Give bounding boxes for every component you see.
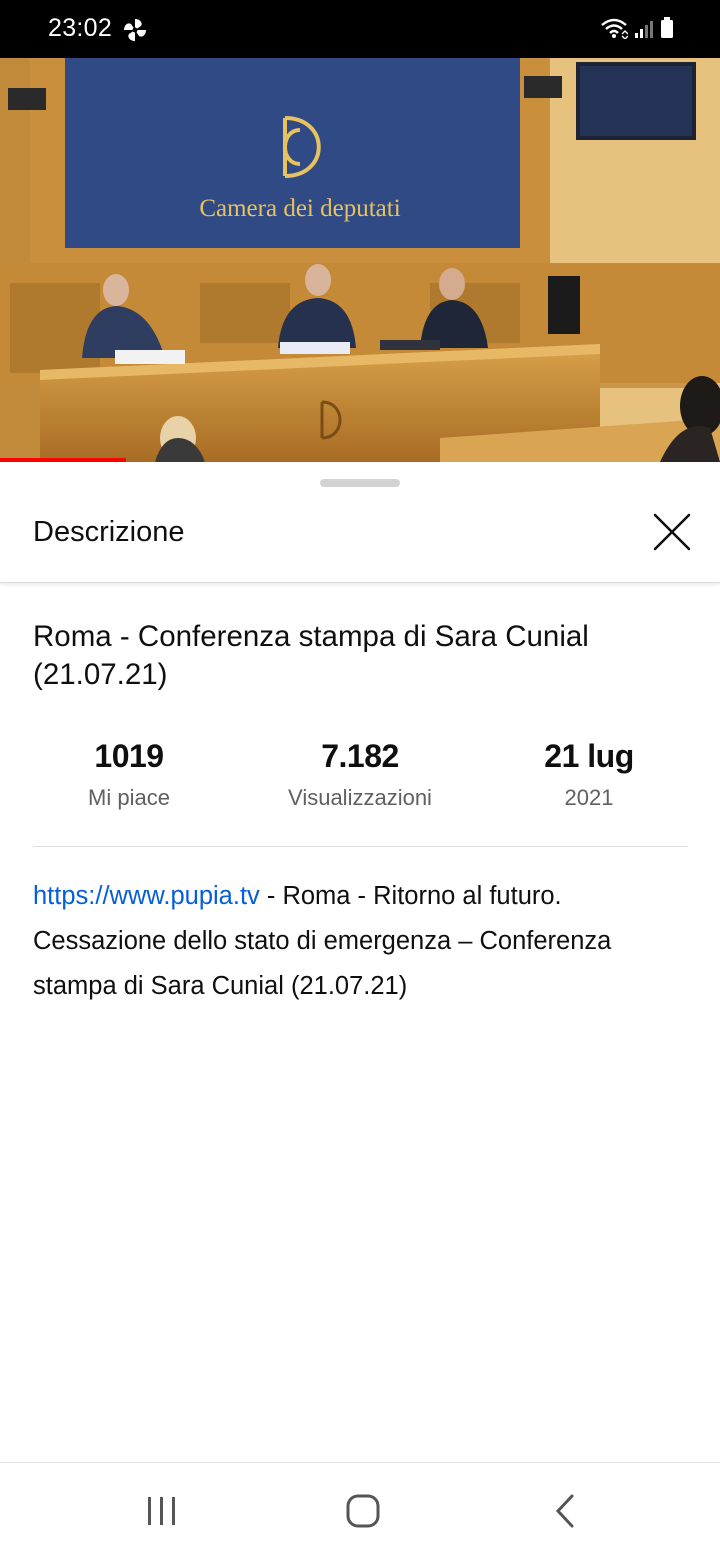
video-stats: 1019 Mi piace 7.182 Visualizzazioni 21 l… [33, 738, 688, 848]
divider [33, 846, 688, 847]
status-time: 23:02 [48, 14, 113, 42]
date-year: 2021 [564, 785, 614, 810]
date-stat: 21 lug 2021 [479, 738, 699, 811]
pinwheel-icon [122, 17, 148, 43]
video-description: https://www.pupia.tv - Roma - Ritorno al… [33, 874, 683, 1009]
sheet-header: Descrizione [0, 502, 720, 583]
video-title: Roma - Conferenza stampa di Sara Cunial … [33, 620, 589, 691]
views-stat: 7.182 Visualizzazioni [250, 738, 470, 811]
sheet-title: Descrizione [33, 516, 185, 548]
views-count: 7.182 [321, 738, 399, 774]
recents-icon [145, 1495, 179, 1532]
status-icons [600, 17, 674, 44]
description-link[interactable]: https://www.pupia.tv [33, 882, 260, 910]
close-button[interactable] [648, 510, 696, 558]
video-frame: Camera dei deputati [0, 58, 720, 462]
drag-handle[interactable] [320, 479, 400, 487]
signal-icon [634, 19, 654, 44]
likes-count: 1019 [94, 738, 164, 774]
recents-button[interactable] [137, 1493, 187, 1533]
home-button[interactable] [338, 1493, 388, 1533]
navigation-bar [0, 1462, 720, 1561]
video-player[interactable]: Camera dei deputati [0, 58, 720, 462]
home-icon [345, 1493, 381, 1534]
date-day: 21 lug [544, 738, 634, 774]
back-button[interactable] [540, 1493, 590, 1533]
views-label: Visualizzazioni [288, 785, 432, 810]
description-sheet: Descrizione Roma - Conferenza stampa di … [0, 462, 720, 1462]
battery-icon [660, 17, 674, 44]
back-icon [553, 1494, 577, 1533]
likes-stat: 1019 Mi piace [19, 738, 239, 811]
close-icon [652, 512, 692, 557]
status-bar: 23:02 [0, 0, 720, 58]
wifi-icon [600, 17, 629, 44]
backdrop-text: Camera dei deputati [199, 195, 400, 222]
likes-label: Mi piace [88, 785, 170, 810]
